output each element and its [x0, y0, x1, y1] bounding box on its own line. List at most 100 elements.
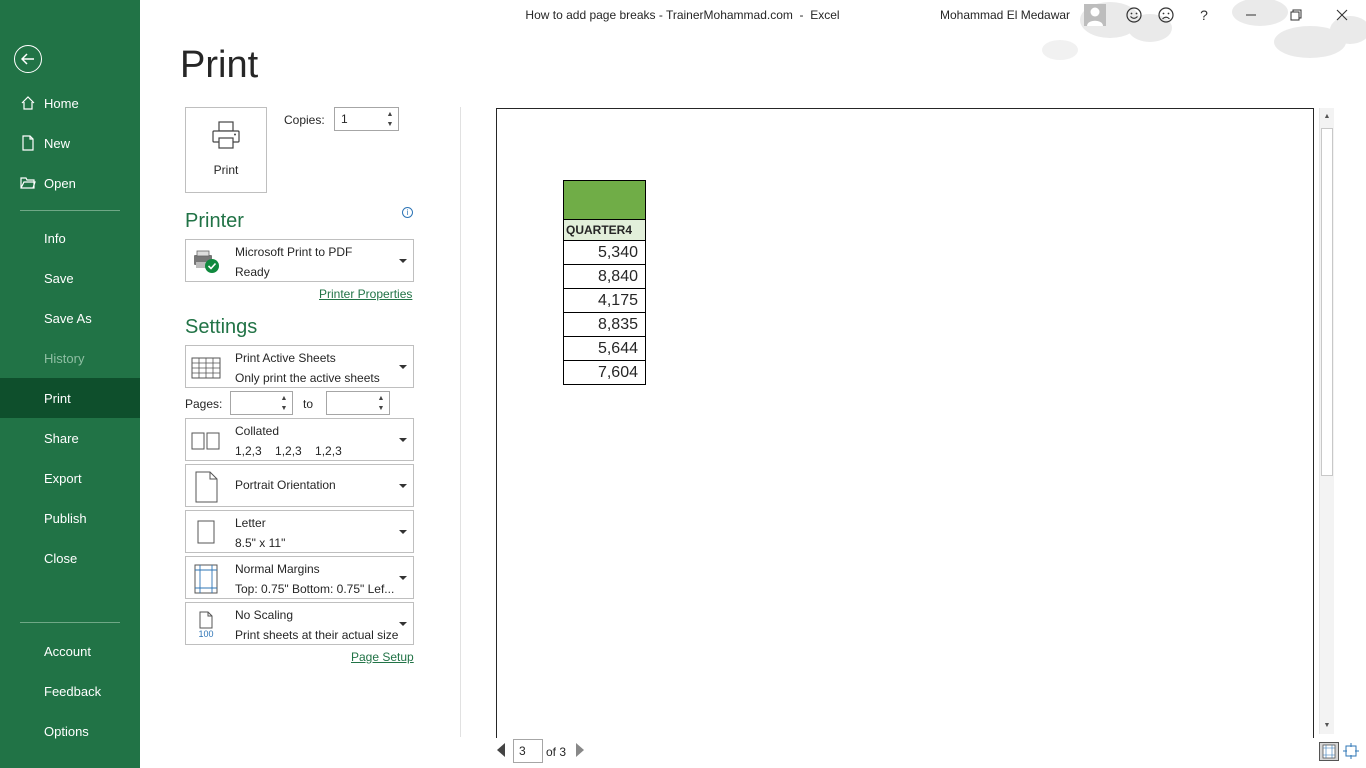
minimize-icon[interactable] [1241, 5, 1261, 25]
page-title: Print [180, 44, 259, 86]
paper-size-sub: 8.5" x 11" [235, 536, 286, 550]
back-arrow-icon[interactable] [14, 45, 42, 73]
chevron-down-icon [399, 437, 407, 442]
title-separator: - [792, 8, 811, 22]
scroll-up-icon[interactable]: ▲ [1322, 111, 1332, 121]
copies-label: Copies: [284, 113, 325, 127]
restore-icon[interactable] [1286, 5, 1306, 25]
portrait-page-icon [191, 471, 221, 503]
orientation-main: Portrait Orientation [235, 478, 336, 492]
chevron-down-icon [399, 621, 407, 626]
previous-page-icon[interactable] [497, 743, 505, 757]
collation-sub: 1,2,3 1,2,3 1,2,3 [235, 444, 342, 458]
sidebar-item-print[interactable]: Print [0, 378, 140, 418]
panel-divider [460, 107, 461, 737]
sidebar-item-label: Share [44, 430, 79, 446]
scaling-main: No Scaling [235, 608, 294, 622]
copies-stepper[interactable]: 1 ▲ ▼ [334, 107, 399, 131]
page-setup-link[interactable]: Page Setup [351, 650, 414, 664]
sidebar-item-feedback[interactable]: Feedback [0, 671, 140, 711]
scaling-sub: Print sheets at their actual size [235, 628, 399, 642]
scaling-dropdown[interactable]: 100 No Scaling Print sheets at their act… [185, 602, 414, 645]
smile-icon[interactable] [1124, 5, 1144, 25]
printer-properties-link[interactable]: Printer Properties [319, 287, 412, 301]
sidebar-item-new[interactable]: New [0, 123, 140, 163]
column-header-cell: QUARTER4 [563, 219, 646, 241]
chevron-down-icon [399, 529, 407, 534]
preview-scrollbar[interactable]: ▲ ▼ [1319, 108, 1334, 734]
page-count-label: of 3 [546, 745, 567, 759]
printer-dropdown[interactable]: Microsoft Print to PDF Ready [185, 239, 414, 282]
sidebar-item-info[interactable]: Info [0, 218, 140, 258]
sidebar-item-label: New [44, 135, 71, 151]
close-icon[interactable] [1332, 5, 1352, 25]
spin-down-icon[interactable]: ▼ [376, 404, 386, 413]
spin-up-icon[interactable]: ▲ [385, 110, 395, 119]
frown-icon[interactable] [1156, 5, 1176, 25]
sidebar-item-label: Close [44, 550, 78, 566]
orientation-dropdown[interactable]: Portrait Orientation [185, 464, 414, 507]
help-icon[interactable]: ? [1194, 5, 1214, 25]
info-icon[interactable]: i [402, 207, 413, 218]
pages-from-stepper[interactable]: ▲ ▼ [230, 391, 293, 415]
printer-status: Ready [235, 265, 270, 279]
app-name: Excel [810, 8, 840, 22]
current-page-input[interactable]: 3 [513, 739, 543, 763]
sidebar-item-close[interactable]: Close [0, 538, 140, 578]
sidebar-item-share[interactable]: Share [0, 418, 140, 458]
sidebar-item-label: Info [44, 230, 66, 246]
sidebar-item-home[interactable]: Home [0, 83, 140, 123]
next-page-icon[interactable] [576, 743, 584, 757]
settings-heading: Settings [185, 316, 258, 338]
show-margins-icon[interactable] [1319, 742, 1339, 761]
collated-icon [191, 426, 221, 456]
sidebar-item-export[interactable]: Export [0, 458, 140, 498]
user-name[interactable]: Mohammad El Medawar [940, 8, 1070, 22]
pages-to-label: to [303, 397, 314, 411]
sidebar-item-label: History [44, 350, 85, 366]
margins-main: Normal Margins [235, 562, 320, 576]
sheet-grid-icon [191, 353, 221, 383]
value-cell: 5,644 [563, 336, 646, 361]
scaling-icon: 100 [191, 610, 221, 640]
sidebar-item-options[interactable]: Options [0, 711, 140, 751]
scrollbar-thumb[interactable] [1321, 128, 1333, 476]
value-cell: 5,340 [563, 240, 646, 265]
sidebar-item-label: Open [44, 175, 76, 191]
sidebar-item-label: Save [44, 270, 74, 286]
sidebar-item-account[interactable]: Account [0, 631, 140, 671]
sidebar-item-save[interactable]: Save [0, 258, 140, 298]
collation-dropdown[interactable]: Collated 1,2,3 1,2,3 1,2,3 [185, 418, 414, 461]
chevron-down-icon [399, 483, 407, 488]
home-icon [19, 94, 37, 112]
chevron-down-icon [399, 364, 407, 369]
preview-sheet-table: QUARTER4 5,340 8,840 4,175 8,835 5,644 7… [563, 180, 646, 385]
collation-main: Collated [235, 424, 280, 438]
header-fill-cell [563, 180, 646, 220]
sidebar-item-label: Save As [44, 310, 92, 326]
chevron-down-icon [399, 258, 407, 263]
spin-up-icon[interactable]: ▲ [376, 394, 386, 403]
zoom-to-page-icon[interactable] [1343, 742, 1359, 760]
avatar[interactable] [1084, 4, 1106, 26]
chevron-down-icon [399, 575, 407, 580]
printer-name: Microsoft Print to PDF [235, 245, 353, 259]
sidebar-item-open[interactable]: Open [0, 163, 140, 203]
sidebar-item-publish[interactable]: Publish [0, 498, 140, 538]
print-what-dropdown[interactable]: Print Active Sheets Only print the activ… [185, 345, 414, 388]
sidebar-item-save-as[interactable]: Save As [0, 298, 140, 338]
print-button[interactable]: Print [185, 107, 267, 193]
sidebar-item-label: Export [44, 470, 82, 486]
margins-dropdown[interactable]: Normal Margins Top: 0.75" Bottom: 0.75" … [185, 556, 414, 599]
paper-size-dropdown[interactable]: Letter 8.5" x 11" [185, 510, 414, 553]
pages-to-stepper[interactable]: ▲ ▼ [326, 391, 390, 415]
value-cell: 4,175 [563, 288, 646, 313]
open-folder-icon [19, 174, 37, 192]
spin-down-icon[interactable]: ▼ [279, 404, 289, 413]
sidebar-item-label: Home [44, 95, 79, 111]
excel-backstage-print: Home New Open Info Save Save As History … [0, 0, 1366, 768]
spin-up-icon[interactable]: ▲ [279, 394, 289, 403]
paper-size-icon [191, 518, 221, 548]
scroll-down-icon[interactable]: ▼ [1322, 720, 1332, 730]
spin-down-icon[interactable]: ▼ [385, 120, 395, 129]
